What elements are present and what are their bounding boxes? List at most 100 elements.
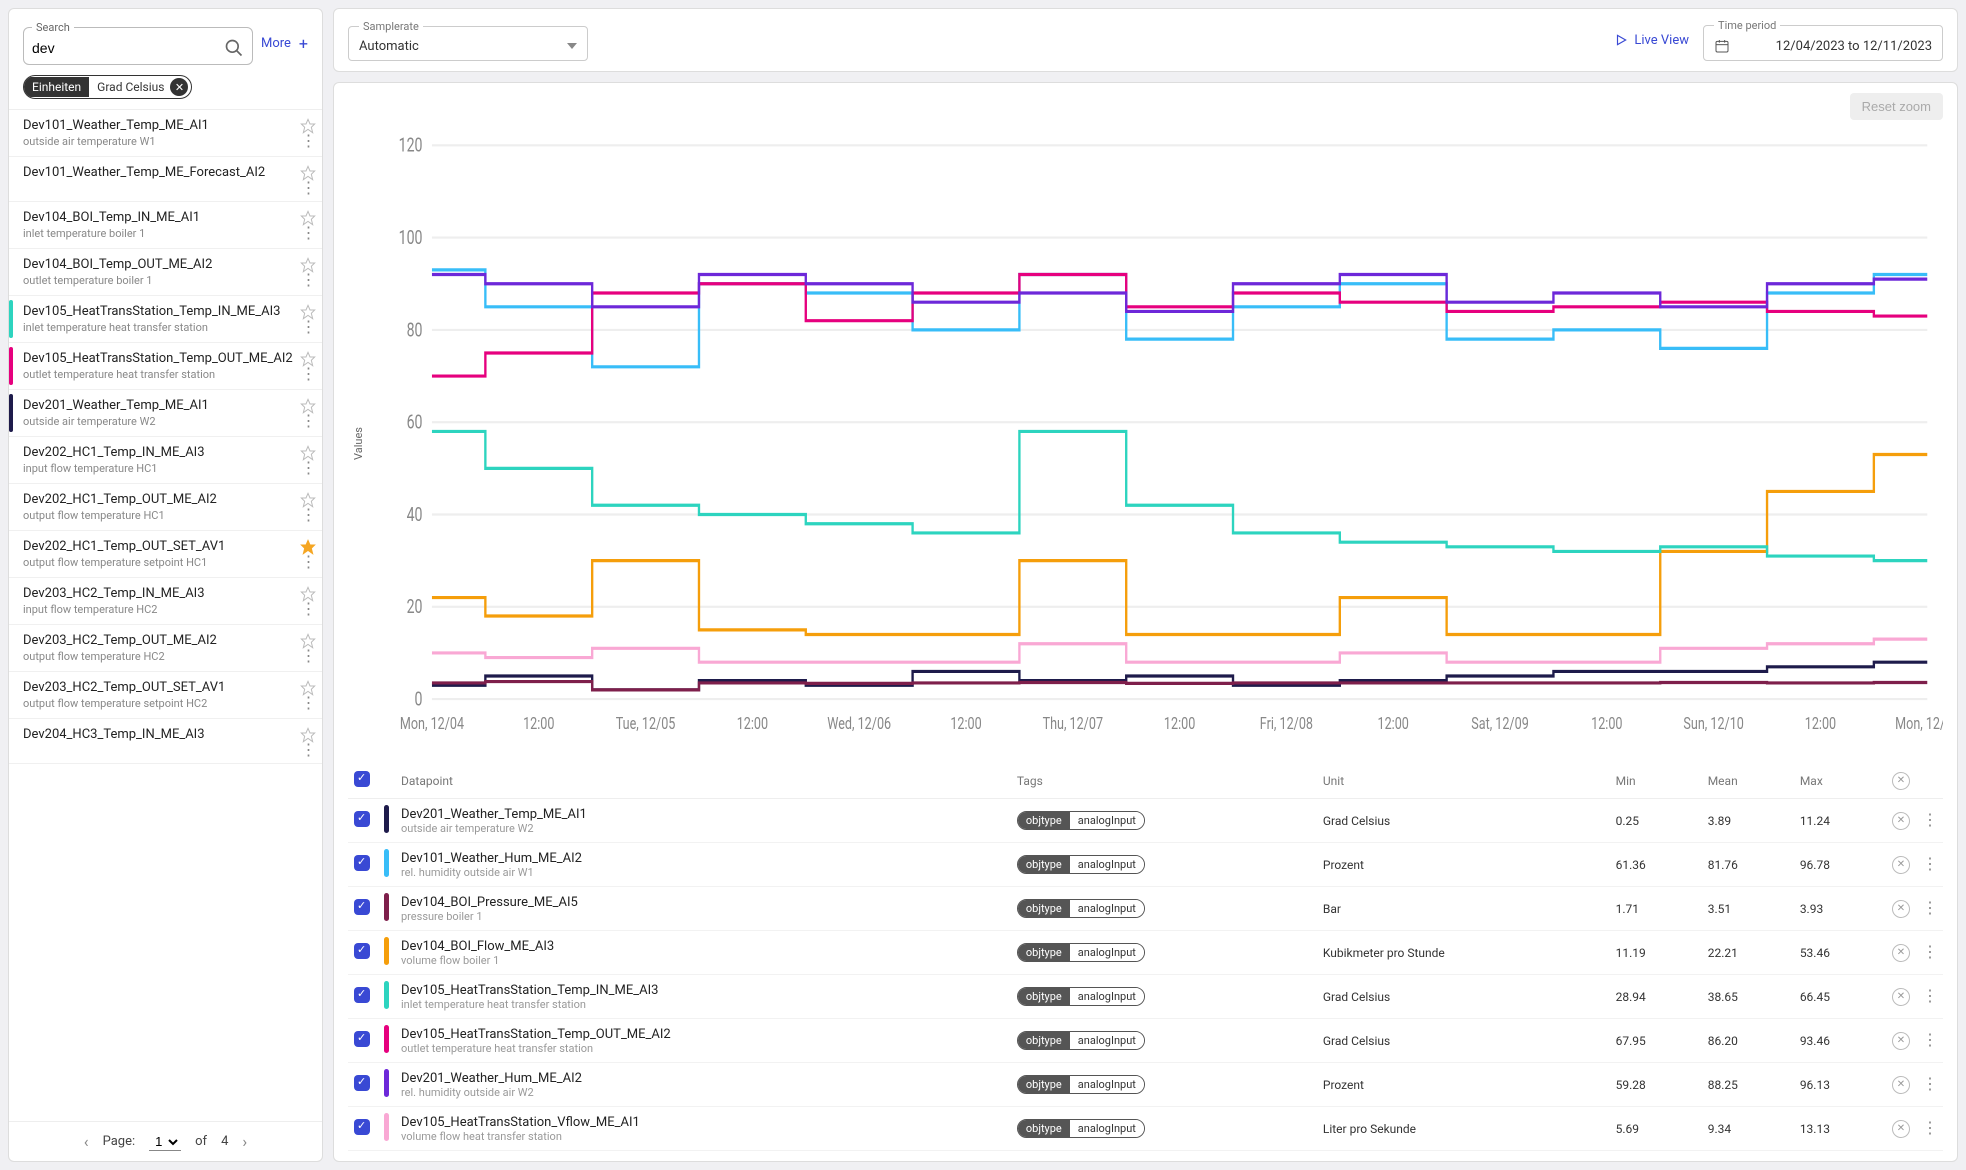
kebab-icon[interactable]: ⋮ [301,604,316,614]
col-max[interactable]: Max [1794,763,1886,799]
list-item[interactable]: Dev202_HC1_Temp_OUT_SET_AV1 output flow … [9,531,322,578]
table-row[interactable]: Dev104_BOI_Flow_ME_AI3volume flow boiler… [348,931,1943,975]
list-item[interactable]: Dev101_Weather_Temp_ME_Forecast_AI2 ⋮ [9,157,322,202]
kebab-icon[interactable]: ⋮ [301,369,316,379]
row-checkbox[interactable] [354,1031,370,1047]
tag-pill[interactable]: objtypeanalogInput [1017,943,1145,962]
list-item[interactable]: Dev105_HeatTransStation_Temp_OUT_ME_AI2 … [9,343,322,390]
col-tags[interactable]: Tags [1011,763,1317,799]
list-item[interactable]: Dev101_Weather_Temp_ME_AI1 outside air t… [9,110,322,157]
kebab-icon[interactable]: ⋮ [1922,942,1937,961]
remove-row-icon[interactable]: ✕ [1892,1120,1910,1138]
tag-pill[interactable]: objtypeanalogInput [1017,811,1145,830]
table-row[interactable]: Dev201_Weather_Hum_ME_AI2rel. humidity o… [348,1063,1943,1107]
filter-chip-remove-icon[interactable]: ✕ [170,78,188,96]
kebab-icon[interactable]: ⋮ [1922,1074,1937,1093]
remove-row-icon[interactable]: ✕ [1892,1076,1910,1094]
list-item[interactable]: Dev203_HC2_Temp_OUT_ME_AI2 output flow t… [9,625,322,672]
list-item[interactable]: Dev104_BOI_Temp_OUT_ME_AI2 outlet temper… [9,249,322,296]
list-item[interactable]: Dev203_HC2_Temp_IN_ME_AI3 input flow tem… [9,578,322,625]
search-input[interactable] [32,40,224,56]
kebab-icon[interactable]: ⋮ [301,651,316,661]
more-link[interactable]: More [261,36,291,51]
datapoint-list[interactable]: Dev101_Weather_Temp_ME_AI1 outside air t… [9,109,322,1121]
remove-row-icon[interactable]: ✕ [1892,988,1910,1006]
search-field[interactable]: Search [23,21,253,65]
kebab-icon[interactable]: ⋮ [301,745,316,755]
pager-next-icon[interactable]: › [242,1132,247,1151]
list-item[interactable]: Dev204_HC3_Temp_IN_ME_AI3 ⋮ [9,719,322,764]
live-view-button[interactable]: Live View [1614,33,1689,48]
sidebar: Search More + Einheiten Grad Celsius ✕ D… [8,8,323,1162]
filter-chip[interactable]: Einheiten Grad Celsius ✕ [23,75,192,99]
row-checkbox[interactable] [354,943,370,959]
kebab-icon[interactable]: ⋮ [301,275,316,285]
kebab-icon[interactable]: ⋮ [301,183,316,193]
kebab-icon[interactable]: ⋮ [301,322,316,332]
remove-row-icon[interactable]: ✕ [1892,900,1910,918]
kebab-icon[interactable]: ⋮ [301,698,316,708]
table-row[interactable]: Dev105_HeatTransStation_Temp_IN_ME_AI3in… [348,975,1943,1019]
add-icon[interactable]: + [299,34,308,53]
kebab-icon[interactable]: ⋮ [301,510,316,520]
tag-pill[interactable]: objtypeanalogInput [1017,1075,1145,1094]
list-item[interactable]: Dev202_HC1_Temp_OUT_ME_AI2 output flow t… [9,484,322,531]
select-all-checkbox[interactable] [354,771,370,787]
tag-pill[interactable]: objtypeanalogInput [1017,855,1145,874]
remove-row-icon[interactable]: ✕ [1892,812,1910,830]
row-name: Dev104_BOI_Flow_ME_AI3 [401,939,1005,954]
pager-select[interactable]: 1 [149,1133,181,1151]
kebab-icon[interactable]: ⋮ [301,463,316,473]
remove-row-icon[interactable]: ✕ [1892,1032,1910,1050]
row-desc: inlet temperature heat transfer station [401,998,1005,1011]
list-item[interactable]: Dev104_BOI_Temp_IN_ME_AI1 inlet temperat… [9,202,322,249]
kebab-icon[interactable]: ⋮ [1922,1030,1937,1049]
col-mean[interactable]: Mean [1702,763,1794,799]
tag-pill[interactable]: objtypeanalogInput [1017,1119,1145,1138]
kebab-icon[interactable]: ⋮ [301,557,316,567]
table-row[interactable]: Dev201_Weather_Temp_ME_AI1outside air te… [348,799,1943,843]
col-unit[interactable]: Unit [1317,763,1610,799]
kebab-icon[interactable]: ⋮ [1922,854,1937,873]
row-checkbox[interactable] [354,1075,370,1091]
kebab-icon[interactable]: ⋮ [301,228,316,238]
row-checkbox[interactable] [354,1119,370,1135]
table-row[interactable]: Dev105_HeatTransStation_Temp_OUT_ME_AI2o… [348,1019,1943,1063]
svg-text:Fri, 12/08: Fri, 12/08 [1260,713,1313,733]
tag-pill[interactable]: objtypeanalogInput [1017,899,1145,918]
kebab-icon[interactable]: ⋮ [301,136,316,146]
table-row[interactable]: Dev104_BOI_Pressure_ME_AI5pressure boile… [348,887,1943,931]
row-checkbox[interactable] [354,855,370,871]
row-desc: outlet temperature heat transfer station [401,1042,1005,1055]
row-max: 96.13 [1794,1063,1886,1107]
search-icon[interactable] [224,38,244,58]
time-period-picker[interactable]: Time period 12/04/2023 to 12/11/2023 [1703,19,1943,61]
list-item[interactable]: Dev105_HeatTransStation_Temp_IN_ME_AI3 i… [9,296,322,343]
list-item[interactable]: Dev203_HC2_Temp_OUT_SET_AV1 output flow … [9,672,322,719]
list-item[interactable]: Dev201_Weather_Temp_ME_AI1 outside air t… [9,390,322,437]
table-row[interactable]: Dev101_Weather_Hum_ME_AI2rel. humidity o… [348,843,1943,887]
pager-prev-icon[interactable]: ‹ [84,1132,89,1151]
row-checkbox[interactable] [354,811,370,827]
row-checkbox[interactable] [354,987,370,1003]
svg-text:120: 120 [399,135,423,158]
kebab-icon[interactable]: ⋮ [1922,898,1937,917]
remove-row-icon[interactable]: ✕ [1892,856,1910,874]
table-row[interactable]: Dev105_HeatTransStation_Vflow_ME_AI1volu… [348,1107,1943,1151]
tag-pill[interactable]: objtypeanalogInput [1017,987,1145,1006]
chart[interactable]: 020406080100120Mon, 12/0412:00Tue, 12/05… [369,124,1943,763]
reset-zoom-button[interactable]: Reset zoom [1850,93,1943,120]
col-datapoint[interactable]: Datapoint [395,763,1011,799]
list-item[interactable]: Dev202_HC1_Temp_IN_ME_AI3 input flow tem… [9,437,322,484]
tag-pill[interactable]: objtypeanalogInput [1017,1031,1145,1050]
kebab-icon[interactable]: ⋮ [1922,810,1937,829]
kebab-icon[interactable]: ⋮ [1922,986,1937,1005]
kebab-icon[interactable]: ⋮ [301,416,316,426]
remove-row-icon[interactable]: ✕ [1892,944,1910,962]
col-min[interactable]: Min [1610,763,1702,799]
row-checkbox[interactable] [354,899,370,915]
filter-chip-key: Einheiten [24,77,89,97]
remove-all-icon[interactable]: ✕ [1892,772,1910,790]
samplerate-select[interactable]: Samplerate Automatic [348,20,588,61]
kebab-icon[interactable]: ⋮ [1922,1118,1937,1137]
